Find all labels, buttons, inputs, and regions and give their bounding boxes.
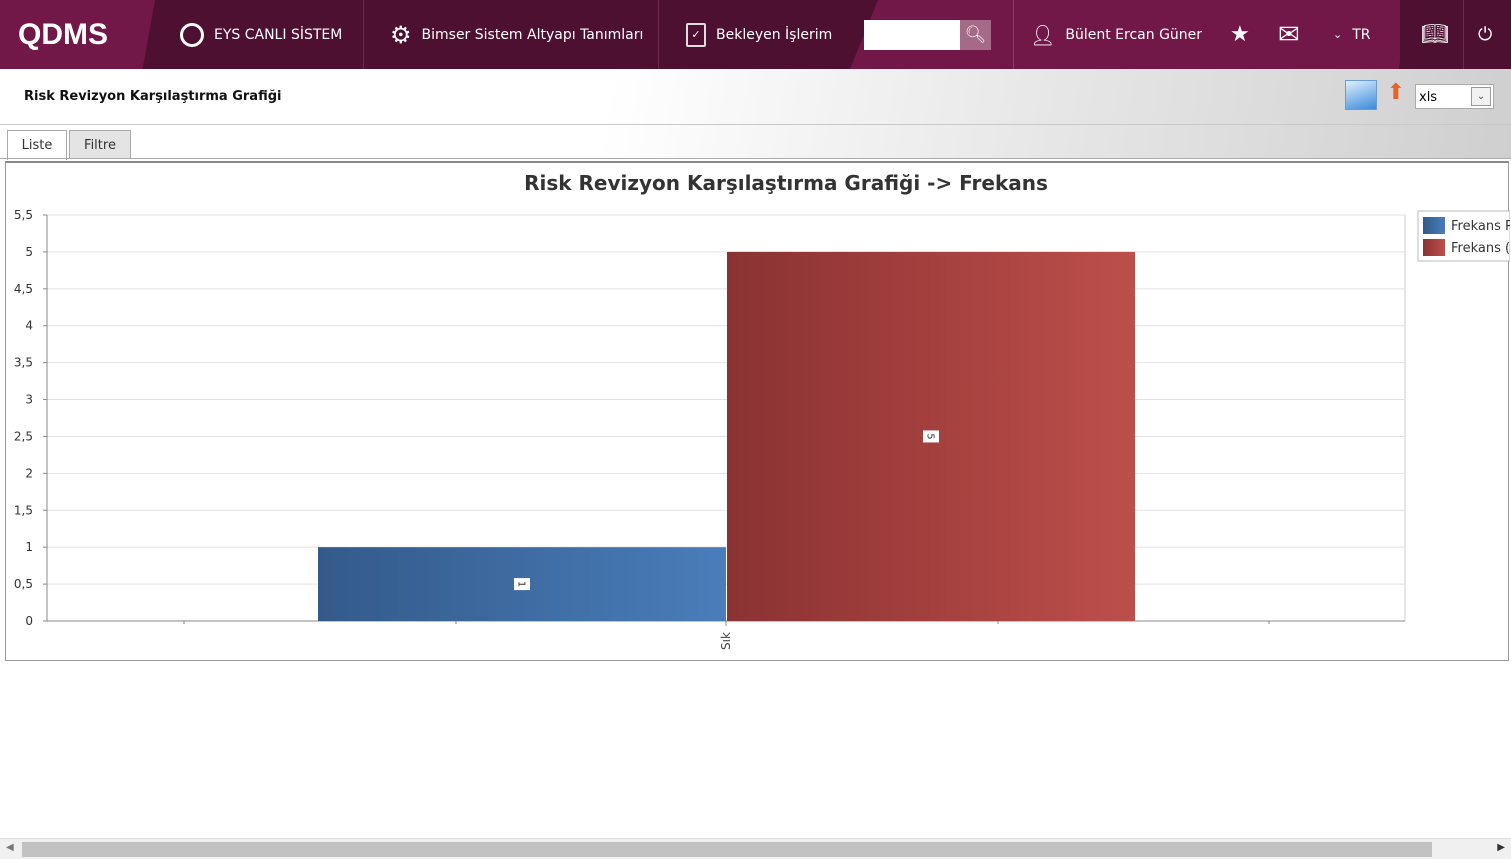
language-select[interactable]: ⌄ TR: [1333, 0, 1371, 69]
scrollbar-thumb[interactable]: [22, 842, 1432, 857]
clipboard-icon: ✓: [686, 22, 706, 47]
y-tick-label: 5,5: [14, 208, 33, 222]
tab-label: Liste: [21, 138, 53, 153]
tab-liste[interactable]: Liste: [7, 130, 67, 160]
chart-container: Risk Revizyon Karşılaştırma Grafiği -> F…: [5, 161, 1511, 661]
mail-icon[interactable]: ✉: [1278, 0, 1300, 69]
data-label: 1: [516, 581, 527, 587]
page-header: [0, 69, 1511, 159]
scroll-right-icon[interactable]: ▶: [1497, 842, 1505, 853]
y-tick-label: 3: [25, 393, 33, 407]
export-icon[interactable]: ⬆: [1383, 80, 1409, 110]
export-format-value: xls: [1419, 90, 1438, 105]
tab-label: Filtre: [84, 137, 116, 153]
legend-swatch: [1423, 217, 1445, 234]
nav-bekleyen-islerim[interactable]: ✓ Bekleyen İşlerim: [686, 0, 832, 69]
bar-chart: Risk Revizyon Karşılaştırma Grafiği -> F…: [14, 171, 1511, 650]
qdms-logo[interactable]: QDMS: [0, 0, 155, 69]
nav-bimser-sistem[interactable]: ⚙ Bimser Sistem Altyapı Tanımları: [390, 0, 643, 69]
chart-title: Risk Revizyon Karşılaştırma Grafiği -> F…: [524, 171, 1048, 195]
y-tick-label: 0: [25, 614, 33, 628]
scroll-left-icon[interactable]: ◀: [6, 842, 14, 853]
export-format-select[interactable]: xls ⌄: [1415, 84, 1494, 109]
legend-label: Frekans P: [1451, 219, 1510, 234]
y-tick-label: 1: [25, 540, 33, 554]
y-tick-label: 4,5: [14, 282, 33, 296]
search-icon: 🔍︎: [964, 25, 987, 45]
y-tick-label: 5: [25, 245, 33, 259]
y-tick-label: 1,5: [14, 503, 33, 517]
x-tick-label: Sık: [719, 632, 733, 650]
help-manual-icon[interactable]: 📖︎: [1421, 0, 1449, 69]
search-button[interactable]: 🔍︎: [960, 20, 991, 50]
data-label: 5: [925, 433, 936, 439]
nav-label: Bimser Sistem Altyapı Tanımları: [421, 26, 644, 43]
user-menu[interactable]: 👤︎ Bülent Ercan Güner: [1030, 0, 1202, 69]
user-icon: 👤︎: [1030, 22, 1056, 47]
y-tick-label: 3,5: [14, 356, 33, 370]
search-input[interactable]: [864, 20, 960, 50]
user-name: Bülent Ercan Güner: [1065, 26, 1203, 43]
y-tick-label: 2,5: [14, 429, 33, 443]
horizontal-scrollbar[interactable]: ◀ ▶: [0, 838, 1511, 859]
y-tick-label: 2: [25, 466, 33, 480]
tab-filtre[interactable]: Filtre: [69, 130, 131, 159]
y-tick-label: 4: [25, 319, 33, 333]
power-icon[interactable]: ⏻: [1478, 0, 1492, 69]
legend-swatch: [1423, 239, 1445, 256]
favorites-star-icon[interactable]: ★: [1230, 0, 1250, 69]
legend-label: Frekans (: [1451, 241, 1510, 256]
nav-label: Bekleyen İşlerim: [716, 26, 833, 43]
top-navigation-bar: QDMS EYS CANLI SİSTEM ⚙ Bimser Sistem Al…: [0, 0, 1511, 69]
page-title: Risk Revizyon Karşılaştırma Grafiği: [24, 89, 282, 104]
language-label: TR: [1352, 26, 1371, 43]
chevron-down-icon[interactable]: ⌄: [1471, 87, 1491, 106]
q-icon: [180, 22, 204, 47]
y-tick-label: 0,5: [14, 577, 33, 591]
nav-label: EYS CANLI SİSTEM: [214, 26, 343, 43]
chevron-down-icon: ⌄: [1333, 28, 1343, 41]
nav-eys-canli-sistem[interactable]: EYS CANLI SİSTEM: [180, 0, 342, 69]
gear-icon: ⚙: [390, 20, 412, 49]
chart-view-icon[interactable]: [1345, 80, 1377, 110]
